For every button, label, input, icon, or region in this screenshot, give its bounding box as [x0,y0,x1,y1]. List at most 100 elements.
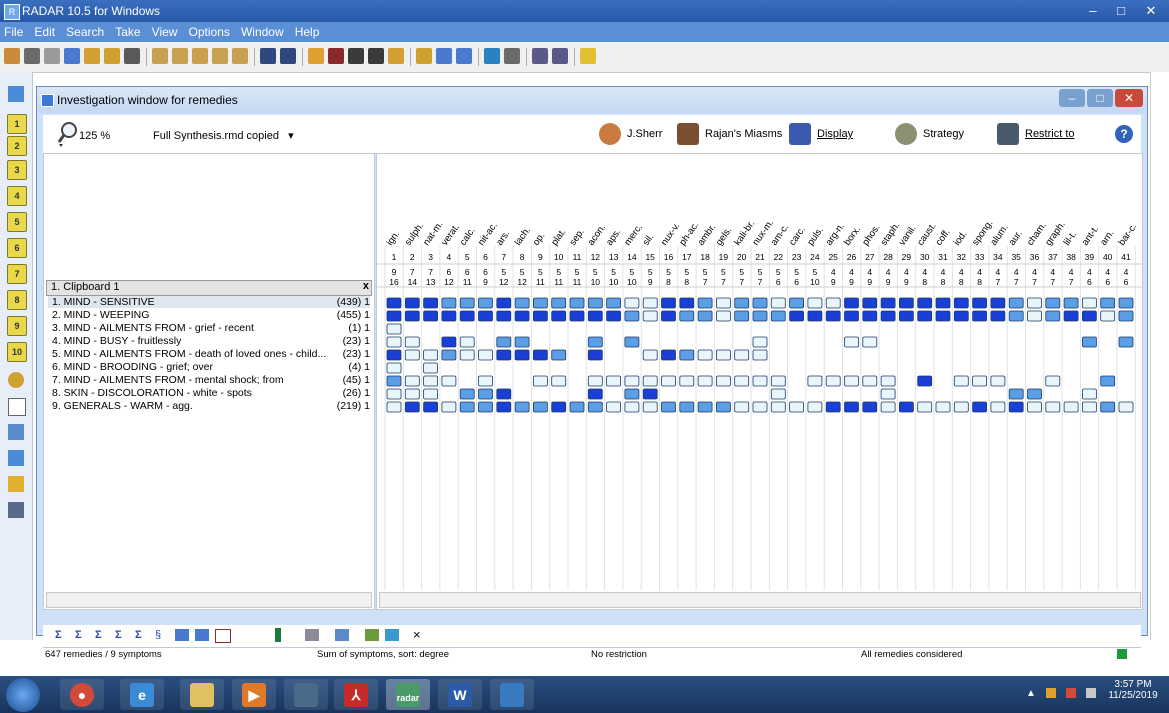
clipboard-1-button[interactable]: 1 [7,114,27,134]
grid-cell[interactable] [423,401,438,413]
grid-cell[interactable] [532,297,548,309]
grid-cell[interactable] [844,310,859,322]
grid-cell[interactable] [734,310,750,322]
open-icon[interactable] [4,48,20,64]
binoculars-icon[interactable] [24,48,40,64]
grid-cell[interactable] [1063,401,1079,413]
grid-cell[interactable] [532,401,548,413]
grid-cell[interactable] [459,336,475,348]
grid-cell[interactable] [587,310,603,322]
sort-icon[interactable]: § [155,629,161,641]
grid-cell[interactable] [880,310,896,322]
grid-cell[interactable] [1082,401,1097,413]
grid-cell[interactable] [770,310,786,322]
grid-cell[interactable] [386,297,402,309]
menu-take[interactable]: Take [111,22,144,42]
grid-cell[interactable] [1008,388,1024,400]
grid-cell[interactable] [404,375,420,387]
grid-cell[interactable] [569,310,585,322]
grid-cell[interactable] [624,310,640,322]
grid-cell[interactable] [679,401,695,413]
grid-cell[interactable] [423,375,438,387]
grid-cell[interactable] [679,349,695,361]
clipboard-2-button[interactable]: 2 [7,136,27,156]
grid-cell[interactable] [1118,401,1134,413]
grid-cell[interactable] [1027,310,1042,322]
grid-cell[interactable] [459,401,475,413]
grid-cell[interactable] [1027,388,1042,400]
help-icon[interactable]: ? [1115,125,1133,143]
symptom-row[interactable]: 1. MIND - SENSITIVE (439) 1 [48,296,370,308]
mortar-icon[interactable] [328,48,344,64]
taskbar-radar[interactable]: radar [386,679,430,710]
grid-cell[interactable] [587,388,603,400]
minimize-button[interactable]: – [1080,2,1106,19]
grid-cell[interactable] [478,401,493,413]
grid-cell[interactable] [514,297,530,309]
taskbar-explorer[interactable] [180,679,224,710]
grid-cell[interactable] [770,297,786,309]
grid-cell[interactable] [569,401,585,413]
grid-cell[interactable] [386,310,402,322]
arrow-icon[interactable] [385,629,399,641]
sum-3-icon[interactable]: Σ [115,629,122,641]
grid-cell[interactable] [478,310,493,322]
grid-cell[interactable] [935,297,951,309]
grid-cell[interactable] [423,362,438,374]
taskbar-media[interactable]: ▶ [232,679,276,710]
grid-cell[interactable] [1082,310,1097,322]
grid-cell[interactable] [880,388,896,400]
symptom-row[interactable]: 3. MIND - AILMENTS FROM - grief - recent… [48,322,370,334]
grid-cell[interactable] [423,310,438,322]
grid-cell[interactable] [606,310,622,322]
grid-cell[interactable] [697,310,713,322]
grid-cell[interactable] [404,297,420,309]
clipboard-4-button[interactable]: 4 [7,186,27,206]
check-icon[interactable] [8,398,26,416]
document-2-icon[interactable] [456,48,472,64]
clipboard-5-button[interactable]: 5 [7,212,27,232]
grid-cell[interactable] [880,401,896,413]
sum-degree-icon[interactable]: Σ [75,629,82,641]
grid-cell[interactable] [496,297,512,309]
grid-cell[interactable] [715,375,731,387]
grid-cell[interactable] [423,349,438,361]
grid-cell[interactable] [386,362,402,374]
grid-cell[interactable] [459,388,475,400]
grid-cell[interactable] [862,310,878,322]
grid-cell[interactable] [551,401,567,413]
close-button[interactable]: ✕ [1115,89,1143,107]
grid-cell[interactable] [441,310,457,322]
symptom-row[interactable]: 5. MIND - AILMENTS FROM - death of loved… [48,348,370,360]
grid-cell[interactable] [825,375,841,387]
grid-cell[interactable] [844,401,859,413]
clipboard-icon[interactable] [152,48,168,64]
menu-help[interactable]: Help [291,22,324,42]
grid-cell[interactable] [441,401,457,413]
close-button[interactable]: ✕ [1138,2,1164,19]
grid-cell[interactable] [478,349,493,361]
menu-file[interactable]: File [0,22,27,42]
menu-view[interactable]: View [148,22,182,42]
grid-cell[interactable] [551,297,567,309]
symptom-row[interactable]: 8. SKIN - DISCOLORATION - white - spots (… [48,387,370,399]
sum-4-icon[interactable]: Σ [135,629,142,641]
grid-cell[interactable] [404,310,420,322]
grid-cell[interactable] [496,310,512,322]
pill-icon[interactable] [8,372,24,388]
flask-icon[interactable] [308,48,324,64]
grid-cell[interactable] [844,297,859,309]
grid-cell[interactable] [990,401,1006,413]
grid-cell[interactable] [953,297,969,309]
grid-cell[interactable] [404,401,420,413]
clipboard-9-button[interactable]: 9 [7,316,27,336]
grid-cell[interactable] [386,375,402,387]
grid-cell[interactable] [1063,310,1079,322]
close-clipboard-icon[interactable]: x [363,280,369,292]
grid-cell[interactable] [807,375,823,387]
grid-cell[interactable] [679,310,695,322]
start-button[interactable] [6,678,40,712]
calendar-icon[interactable] [8,502,24,518]
grid-cell[interactable] [441,336,457,348]
grid-cell[interactable] [587,336,603,348]
